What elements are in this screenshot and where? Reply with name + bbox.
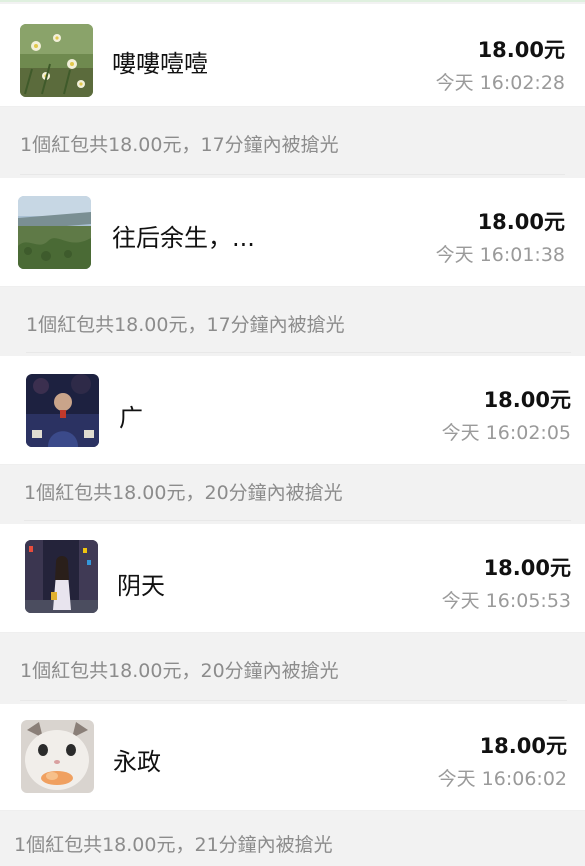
timestamp: 今天 16:06:02 <box>437 768 567 790</box>
night-person-photo-icon <box>26 374 99 447</box>
record-row-5[interactable]: 永政 18.00元 今天 16:06:02 <box>0 704 585 811</box>
sender-name: 往后余生，... <box>112 224 255 252</box>
sender-name: 广 <box>119 404 143 432</box>
amount: 18.00元 <box>477 210 565 234</box>
red-packet-history-page: 嘍嘍噎噎 18.00元 今天 16:02:28 1個紅包共18.00元，17分鐘… <box>0 0 585 866</box>
avatar-2[interactable] <box>18 196 91 269</box>
divider <box>20 700 567 701</box>
timestamp: 今天 16:05:53 <box>441 590 571 612</box>
riverside-plants-photo-icon <box>18 196 91 269</box>
sender-name: 嘍嘍噎噎 <box>112 50 208 78</box>
amount: 18.00元 <box>479 734 567 758</box>
packet-summary-1: 1個紅包共18.00元，17分鐘內被搶光 <box>20 134 339 156</box>
avatar-1[interactable] <box>20 24 93 97</box>
packet-summary-4: 1個紅包共18.00元，20分鐘內被搶光 <box>20 660 339 682</box>
timestamp: 今天 16:02:28 <box>435 72 565 94</box>
packet-summary-5: 1個紅包共18.00元，21分鐘內被搶光 <box>14 834 333 856</box>
amount: 18.00元 <box>483 388 571 412</box>
flowers-photo-icon <box>20 24 93 97</box>
avatar-3[interactable] <box>26 374 99 447</box>
timestamp: 今天 16:02:05 <box>441 422 571 444</box>
avatar-4[interactable] <box>25 540 98 613</box>
timestamp: 今天 16:01:38 <box>435 244 565 266</box>
divider <box>24 520 571 521</box>
sender-name: 阴天 <box>117 572 165 600</box>
record-row-3[interactable]: 广 18.00元 今天 16:02:05 <box>0 356 585 465</box>
record-row-4[interactable]: 阴天 18.00元 今天 16:05:53 <box>0 524 585 633</box>
packet-summary-2: 1個紅包共18.00元，17分鐘內被搶光 <box>26 314 345 336</box>
cat-photo-icon <box>21 720 94 793</box>
divider <box>20 174 565 175</box>
record-row-1[interactable]: 嘍嘍噎噎 18.00元 今天 16:02:28 <box>0 4 585 107</box>
sender-name: 永政 <box>113 748 161 776</box>
record-row-2[interactable]: 往后余生，... 18.00元 今天 16:01:38 <box>0 178 585 287</box>
avatar-5[interactable] <box>21 720 94 793</box>
top-divider <box>0 0 585 2</box>
street-girl-photo-icon <box>25 540 98 613</box>
packet-summary-3: 1個紅包共18.00元，20分鐘內被搶光 <box>24 482 343 504</box>
amount: 18.00元 <box>483 556 571 580</box>
amount: 18.00元 <box>477 38 565 62</box>
divider <box>26 352 571 353</box>
